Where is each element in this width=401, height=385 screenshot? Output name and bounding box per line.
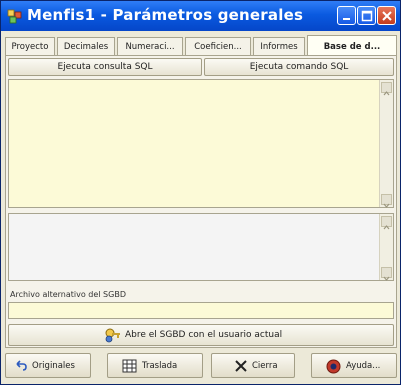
- close-icon: [382, 11, 392, 21]
- scroll-up-button[interactable]: [381, 82, 392, 96]
- help-icon: [326, 359, 341, 374]
- alt-file-label: Archivo alternativo del SGBD: [10, 290, 126, 299]
- help-button[interactable]: Ayuda...: [311, 353, 397, 378]
- help-label: Ayuda...: [346, 361, 381, 371]
- grid-icon: [122, 359, 137, 373]
- chevron-up-icon: [383, 225, 390, 230]
- maximize-icon: [361, 10, 373, 22]
- tab-proyecto[interactable]: Proyecto: [5, 37, 55, 55]
- sql-query-textarea[interactable]: [8, 79, 394, 208]
- transfer-label: Traslada: [142, 361, 178, 371]
- key-user-icon: [105, 328, 120, 343]
- originals-button[interactable]: Originales: [5, 353, 91, 378]
- title-bar[interactable]: Menfis1 - Parámetros generales: [1, 1, 400, 31]
- transfer-button[interactable]: Traslada: [107, 353, 203, 378]
- chevron-down-icon: [383, 203, 390, 208]
- execute-command-button[interactable]: Ejecuta comando SQL: [204, 58, 394, 76]
- minimize-button[interactable]: [337, 6, 356, 25]
- minimize-icon: [343, 18, 350, 20]
- bottom-toolbar: Originales Traslada Cierra Ayuda...: [5, 353, 397, 381]
- close-label: Cierra: [252, 361, 278, 371]
- scroll-down-button[interactable]: [381, 194, 392, 208]
- tab-informes[interactable]: Informes: [253, 37, 305, 55]
- open-sgbd-button[interactable]: Abre el SGBD con el usuario actual: [8, 324, 394, 346]
- window: Menfis1 - Parámetros generales Proyecto …: [0, 0, 401, 385]
- tab-coeficientes[interactable]: Coeficien...: [185, 37, 251, 55]
- alt-file-input[interactable]: [8, 302, 394, 319]
- chevron-down-icon: [383, 276, 390, 281]
- originals-label: Originales: [32, 361, 75, 371]
- close-dialog-button[interactable]: Cierra: [211, 353, 295, 378]
- window-title: Menfis1 - Parámetros generales: [27, 6, 304, 24]
- scroll-down-button[interactable]: [381, 267, 392, 281]
- chevron-up-icon: [383, 91, 390, 96]
- result-scrollbar[interactable]: [379, 214, 393, 281]
- tab-strip: Proyecto Decimales Numeraci... Coeficien…: [5, 35, 397, 56]
- scroll-up-button[interactable]: [381, 216, 392, 230]
- undo-icon: [16, 360, 27, 371]
- execute-query-button[interactable]: Ejecuta consulta SQL: [8, 58, 202, 76]
- tab-panel: Ejecuta consulta SQL Ejecuta comando SQL: [5, 55, 397, 348]
- query-scrollbar[interactable]: [379, 80, 393, 208]
- close-button[interactable]: [377, 6, 396, 25]
- x-icon: [235, 360, 247, 372]
- sql-result-textarea[interactable]: [8, 213, 394, 281]
- open-sgbd-label: Abre el SGBD con el usuario actual: [125, 330, 283, 340]
- app-icon: [7, 9, 22, 24]
- tab-base-de-datos[interactable]: Base de d...: [307, 35, 397, 56]
- maximize-button[interactable]: [357, 6, 376, 25]
- tab-decimales[interactable]: Decimales: [57, 37, 115, 55]
- tab-numeracion[interactable]: Numeraci...: [117, 37, 183, 55]
